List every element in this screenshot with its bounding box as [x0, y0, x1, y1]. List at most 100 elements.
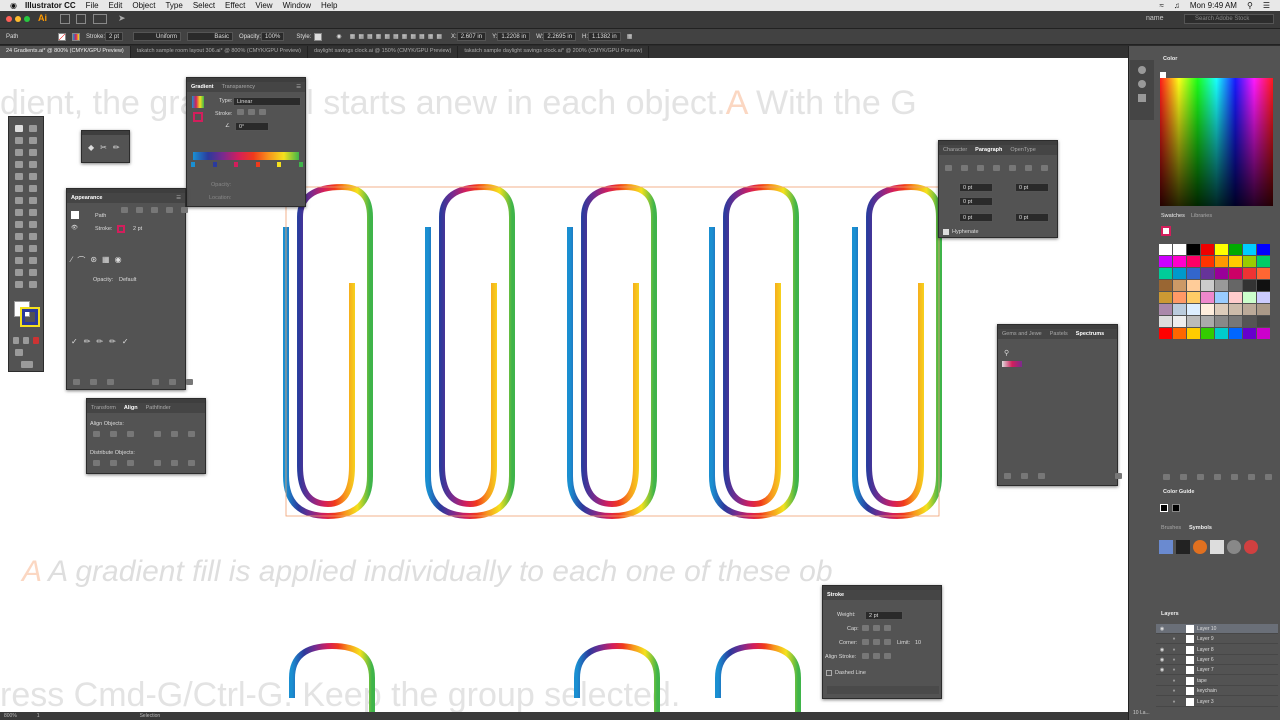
swatch-chip[interactable] — [1159, 268, 1172, 279]
align-inside-icon[interactable] — [873, 653, 880, 659]
type-tool-icon[interactable] — [15, 161, 23, 168]
paperclip-path[interactable] — [852, 183, 942, 520]
swatch-chip[interactable] — [1173, 328, 1186, 339]
swatch-chip[interactable] — [1243, 328, 1256, 339]
x-field[interactable]: 2.607 in — [456, 32, 487, 41]
swatch-chip[interactable] — [1187, 292, 1200, 303]
lock-icon[interactable]: ● — [1168, 636, 1180, 642]
round-join-icon[interactable] — [873, 639, 880, 645]
swatch-chip[interactable] — [1159, 244, 1172, 255]
gradient-type-select[interactable]: Linear — [233, 97, 301, 106]
appearance-opacity-value[interactable]: Default — [119, 277, 136, 283]
character-tab[interactable]: Character — [939, 147, 971, 153]
color-spectrum-picker[interactable] — [1160, 78, 1273, 206]
swatch-chip[interactable] — [1159, 304, 1172, 315]
swatch-chip[interactable] — [1187, 280, 1200, 291]
swatch-chip[interactable] — [1173, 292, 1186, 303]
swatch-grid[interactable] — [1159, 244, 1270, 339]
zoom-tool-icon[interactable] — [29, 281, 37, 288]
none-mode-icon[interactable] — [33, 337, 39, 344]
appearance-stroke-swatch[interactable] — [117, 225, 125, 233]
swatch-chip[interactable] — [1215, 256, 1228, 267]
swatch-chip[interactable] — [1201, 316, 1214, 327]
first-line-indent-field[interactable]: 0 pt — [959, 197, 993, 206]
limit-value[interactable]: 10 — [915, 640, 921, 646]
gradient-mode-icon[interactable] — [23, 337, 29, 344]
notification-icon[interactable]: ☰ — [1263, 1, 1270, 10]
panel-menu-icon[interactable]: ☰ — [172, 195, 185, 201]
visibility-eye-icon[interactable]: ◉ — [1156, 667, 1168, 673]
swatch-chip[interactable] — [1257, 256, 1270, 267]
swatch-chip[interactable] — [1187, 316, 1200, 327]
perspective-grid-tool-icon[interactable] — [29, 221, 37, 228]
stroke-color-box[interactable] — [20, 307, 40, 327]
libraries-tab[interactable]: Libraries — [1191, 213, 1212, 219]
swatch-chip[interactable] — [1173, 268, 1186, 279]
paintbrush-tool-icon[interactable] — [29, 173, 37, 180]
layer-row[interactable]: ◉ ● Layer 6 — [1156, 655, 1278, 665]
appearance-tab[interactable]: Appearance — [67, 195, 107, 201]
dash-gap-fields[interactable] — [827, 686, 939, 694]
selection-bounding-box[interactable] — [285, 186, 940, 517]
swatch-chip[interactable] — [1159, 316, 1172, 327]
swatch-chip[interactable] — [1243, 244, 1256, 255]
lock-icon[interactable]: ● — [1168, 647, 1180, 653]
swatch-chip[interactable] — [1215, 316, 1228, 327]
gradient-angle-field[interactable]: 0° — [235, 122, 269, 131]
swatch-chip[interactable] — [1229, 292, 1242, 303]
layer-row[interactable]: ◉ Layer 10 — [1156, 624, 1278, 634]
w-field[interactable]: 2.2695 in — [543, 32, 577, 41]
paragraph-tab[interactable]: Paragraph — [971, 147, 1006, 153]
pastels-tab[interactable]: Pastels — [1046, 331, 1072, 337]
screen-mode-icon[interactable] — [21, 361, 33, 368]
layer-row[interactable]: ◉ ● Layer 7 — [1156, 665, 1278, 675]
swatch-chip[interactable] — [1201, 304, 1214, 315]
shaper-tool-icon[interactable] — [15, 185, 23, 192]
swatch-chip[interactable] — [1187, 268, 1200, 279]
swatch-chip[interactable] — [1257, 268, 1270, 279]
swatch-chip[interactable] — [1243, 304, 1256, 315]
brush-definition[interactable]: Basic — [187, 32, 234, 41]
artboard-navigator[interactable]: 1 — [37, 713, 40, 719]
spotlight-icon[interactable]: ⚲ — [1247, 1, 1253, 10]
symbol-sprayer-tool-icon[interactable] — [15, 257, 23, 264]
pathfinder-tab[interactable]: Pathfinder — [142, 405, 175, 411]
butt-cap-icon[interactable] — [862, 625, 869, 631]
paperclip-path[interactable] — [709, 183, 799, 520]
layer-row[interactable]: ● Layer 9 — [1156, 634, 1278, 644]
gradient-tool-icon[interactable] — [29, 233, 37, 240]
paperclip-path[interactable] — [574, 642, 660, 712]
stroke-weight-field[interactable]: 2 pt — [105, 32, 124, 41]
visibility-eye-icon[interactable]: ◉ — [1156, 626, 1168, 632]
app-menu[interactable]: Illustrator CC — [25, 1, 76, 10]
rectangle-tool-icon[interactable] — [15, 173, 23, 180]
swatch-chip[interactable] — [1201, 244, 1214, 255]
close-window-button[interactable] — [6, 16, 12, 22]
lock-icon[interactable]: ● — [1168, 678, 1180, 684]
visibility-eye-icon[interactable]: ◉ — [1156, 647, 1168, 653]
swatch-chip[interactable] — [1201, 292, 1214, 303]
swatch-chip[interactable] — [1215, 328, 1228, 339]
layer-row[interactable]: ● tape — [1156, 676, 1278, 686]
round-cap-icon[interactable] — [873, 625, 880, 631]
stroke-tab[interactable]: Stroke — [823, 592, 848, 598]
swatch-chip[interactable] — [1215, 280, 1228, 291]
swatch-chip[interactable] — [1187, 244, 1200, 255]
doc-tab-room-layout[interactable]: takatch sample room layout 306.ai* @ 800… — [131, 46, 308, 58]
menu-effect[interactable]: Effect — [225, 1, 245, 10]
knife-icon[interactable]: ✏ — [113, 143, 120, 152]
miter-join-icon[interactable] — [862, 639, 869, 645]
stock-search-input[interactable]: Search Adobe Stock — [1184, 14, 1274, 24]
swatch-chip[interactable] — [1173, 280, 1186, 291]
spectrum-swatch[interactable] — [1002, 361, 1022, 367]
gradient-tab[interactable]: Gradient — [187, 84, 218, 90]
stroke-within-icon[interactable] — [237, 109, 244, 115]
swatch-chip[interactable] — [1173, 316, 1186, 327]
collapsed-panel-icons[interactable] — [1130, 60, 1154, 120]
gradient-stops[interactable] — [191, 162, 303, 168]
mesh-tool-icon[interactable] — [15, 233, 23, 240]
swatch-search-icon[interactable]: ⚲ — [1004, 349, 1009, 357]
opentype-tab[interactable]: OpenType — [1006, 147, 1039, 153]
swatch-chip[interactable] — [1257, 292, 1270, 303]
y-field[interactable]: 1.2208 in — [497, 32, 531, 41]
